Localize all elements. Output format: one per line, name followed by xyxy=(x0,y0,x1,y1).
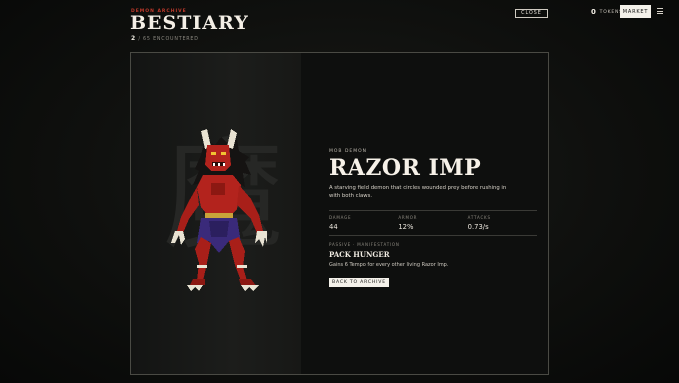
encounter-count: 2 xyxy=(131,35,136,42)
hamburger-menu-icon[interactable] xyxy=(657,8,663,14)
stat-attacks: ATTACKS 0.73/s xyxy=(468,215,537,231)
demon-type-label: MOB DEMON xyxy=(329,149,368,154)
stat-label: DAMAGE xyxy=(329,214,352,220)
ability-tag: PASSIVE · MANIFESTATION xyxy=(329,241,400,247)
market-button[interactable]: MARKET xyxy=(620,5,651,18)
stat-value: 0.73/s xyxy=(467,222,489,231)
tokens-display: 0 TOKENS xyxy=(591,8,623,16)
demon-description: A starving field demon that circles woun… xyxy=(329,185,507,200)
bestiary-card: 魔 xyxy=(130,52,549,375)
demon-art-panel: 魔 xyxy=(131,53,301,374)
encounter-count-suffix: / 65 ENCOUNTERED xyxy=(138,37,199,42)
razor-imp-sprite xyxy=(171,129,267,291)
ability-description: Gains 6 Tempo for every other living Raz… xyxy=(329,261,449,268)
close-button[interactable]: CLOSE xyxy=(515,9,548,18)
tokens-value: 0 xyxy=(591,8,597,16)
encounter-counter: 2 / 65 ENCOUNTERED xyxy=(131,35,199,42)
demon-stats: DAMAGE 44 ARMOR 12% ATTACKS 0.73/s xyxy=(329,209,537,236)
stat-label: ATTACKS xyxy=(467,214,491,220)
stat-value: 12% xyxy=(398,222,414,231)
stat-damage: DAMAGE 44 xyxy=(329,215,398,231)
page-title: BESTIARY xyxy=(130,12,249,34)
demon-info: MOB DEMON RAZOR IMP A starving field dem… xyxy=(329,149,537,287)
ability-name: PACK HUNGER xyxy=(329,249,390,259)
back-to-archive-button[interactable]: BACK TO ARCHIVE xyxy=(329,277,389,287)
stat-label: ARMOR xyxy=(398,214,418,220)
stat-armor: ARMOR 12% xyxy=(398,215,467,231)
stat-value: 44 xyxy=(329,222,338,231)
demon-name: RAZOR IMP xyxy=(329,155,482,181)
